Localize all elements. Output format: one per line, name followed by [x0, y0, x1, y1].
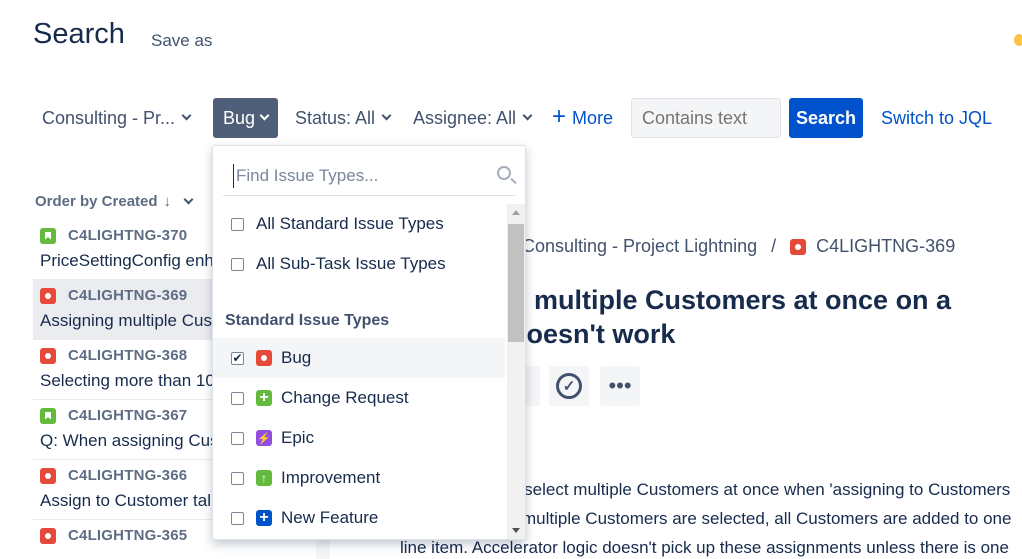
option-improvement[interactable]: ↑ Improvement: [213, 458, 505, 498]
issue-title[interactable]: g multiple Customers at once on a doesn'…: [510, 283, 990, 351]
breadcrumb-issue-link[interactable]: C4LIGHTNG-369: [816, 236, 955, 257]
description-line: o select multiple Customers at once when…: [510, 480, 1011, 499]
bug-icon: [40, 467, 56, 484]
breadcrumb-project-link[interactable]: Consulting - Project Lightning: [522, 236, 757, 257]
issue-title-line: g multiple Customers at once on a: [510, 285, 952, 315]
ellipsis-icon: •••: [608, 373, 632, 398]
check-circle-icon: ✓: [556, 373, 582, 399]
issue-key: C4LIGHTNG-366: [68, 467, 188, 484]
improvement-icon: ↑: [256, 470, 272, 486]
story-icon: [40, 407, 56, 424]
arrow-down-icon[interactable]: ↓: [164, 193, 172, 210]
status-filter[interactable]: Status: All: [295, 98, 392, 138]
option-all-subtask[interactable]: All Sub-Task Issue Types: [213, 244, 505, 284]
assignee-filter-label: Assignee: All: [413, 107, 517, 128]
assignee-filter[interactable]: Assignee: All: [413, 98, 533, 138]
plus-icon: +: [552, 102, 567, 130]
type-filter-label: Bug: [222, 107, 256, 128]
search-icon: [497, 166, 511, 180]
checkbox[interactable]: [231, 431, 244, 445]
option-label: All Standard Issue Types: [256, 214, 444, 233]
save-as-button[interactable]: Save as: [151, 31, 212, 51]
group-heading: Standard Issue Types: [225, 312, 390, 329]
bug-icon: [40, 347, 56, 364]
project-filter[interactable]: Consulting - Pr...: [42, 98, 192, 138]
scrollbar-thumb[interactable]: [508, 224, 524, 342]
breadcrumb: Consulting - Project Lightning / C4LIGHT…: [522, 236, 955, 257]
checkbox[interactable]: [231, 217, 244, 231]
issue-key: C4LIGHTNG-365: [68, 527, 188, 544]
new-feature-icon: +: [256, 510, 272, 526]
bug-icon: [790, 238, 807, 255]
find-issue-types-input[interactable]: [233, 164, 473, 188]
status-filter-label: Status: All: [295, 107, 376, 128]
issue-type-options: All Standard Issue Types All Sub-Task Is…: [213, 204, 505, 538]
checkbox[interactable]: [231, 471, 244, 485]
option-epic[interactable]: ⚡ Epic: [213, 418, 505, 458]
bug-icon: [40, 287, 56, 304]
option-label: Epic: [281, 428, 315, 447]
bug-icon: [40, 527, 56, 544]
scroll-down-arrow-icon[interactable]: [512, 528, 520, 533]
issue-key: C4LIGHTNG-368: [68, 347, 188, 364]
checkbox[interactable]: [231, 257, 244, 271]
change-request-icon: +: [256, 390, 272, 406]
contains-text-input[interactable]: [631, 98, 781, 138]
chevron-down-icon: [181, 110, 192, 121]
option-new-feature[interactable]: + New Feature: [213, 498, 505, 538]
description-line: line item. Accelerator logic doesn't pic…: [400, 538, 1009, 557]
option-label: All Sub-Task Issue Types: [256, 254, 446, 273]
order-by-control[interactable]: Order by Created ↓: [35, 193, 194, 210]
issue-key: C4LIGHTNG-370: [68, 227, 188, 244]
chevron-down-icon: [381, 110, 392, 121]
search-button[interactable]: Search: [789, 98, 863, 138]
chevron-down-icon: [259, 110, 270, 121]
star-icon[interactable]: [1014, 34, 1022, 46]
breadcrumb-separator: /: [771, 236, 777, 256]
issue-key: C4LIGHTNG-369: [68, 287, 188, 304]
option-bug[interactable]: ✔ Bug: [213, 338, 505, 378]
dropdown-scrollbar[interactable]: [507, 204, 525, 539]
issue-type-dropdown: All Standard Issue Types All Sub-Task Is…: [212, 145, 526, 540]
issue-type-search: [223, 156, 515, 196]
option-all-standard[interactable]: All Standard Issue Types: [213, 204, 505, 244]
more-filters-button[interactable]: + More: [552, 98, 613, 138]
type-filter[interactable]: Bug: [213, 98, 278, 138]
issue-title-line: doesn't work: [510, 319, 676, 349]
scroll-up-arrow-icon[interactable]: [512, 210, 520, 215]
issue-key: C4LIGHTNG-367: [68, 407, 188, 424]
project-filter-label: Consulting - Pr...: [42, 107, 176, 128]
description-line: multiple Customers are selected, all Cus…: [522, 509, 1012, 528]
checkbox[interactable]: [231, 511, 244, 525]
option-change-request[interactable]: + Change Request: [213, 378, 505, 418]
option-label: New Feature: [281, 508, 379, 527]
option-label: Bug: [281, 348, 312, 367]
chevron-down-icon[interactable]: [183, 194, 194, 204]
order-by-label: Order by Created: [35, 193, 158, 210]
checkbox[interactable]: [231, 391, 244, 405]
more-label: More: [572, 107, 614, 128]
bug-icon: [256, 350, 272, 366]
epic-icon: ⚡: [256, 430, 272, 446]
switch-to-jql-link[interactable]: Switch to JQL: [881, 108, 992, 129]
approve-button[interactable]: ✓: [549, 366, 589, 406]
story-icon: [40, 227, 56, 244]
option-label: Improvement: [281, 468, 381, 487]
option-label: Change Request: [281, 388, 409, 407]
chevron-down-icon: [522, 110, 533, 121]
checkbox-checked[interactable]: ✔: [231, 351, 244, 365]
page-title: Search: [33, 18, 125, 50]
more-actions-button[interactable]: •••: [600, 366, 640, 406]
